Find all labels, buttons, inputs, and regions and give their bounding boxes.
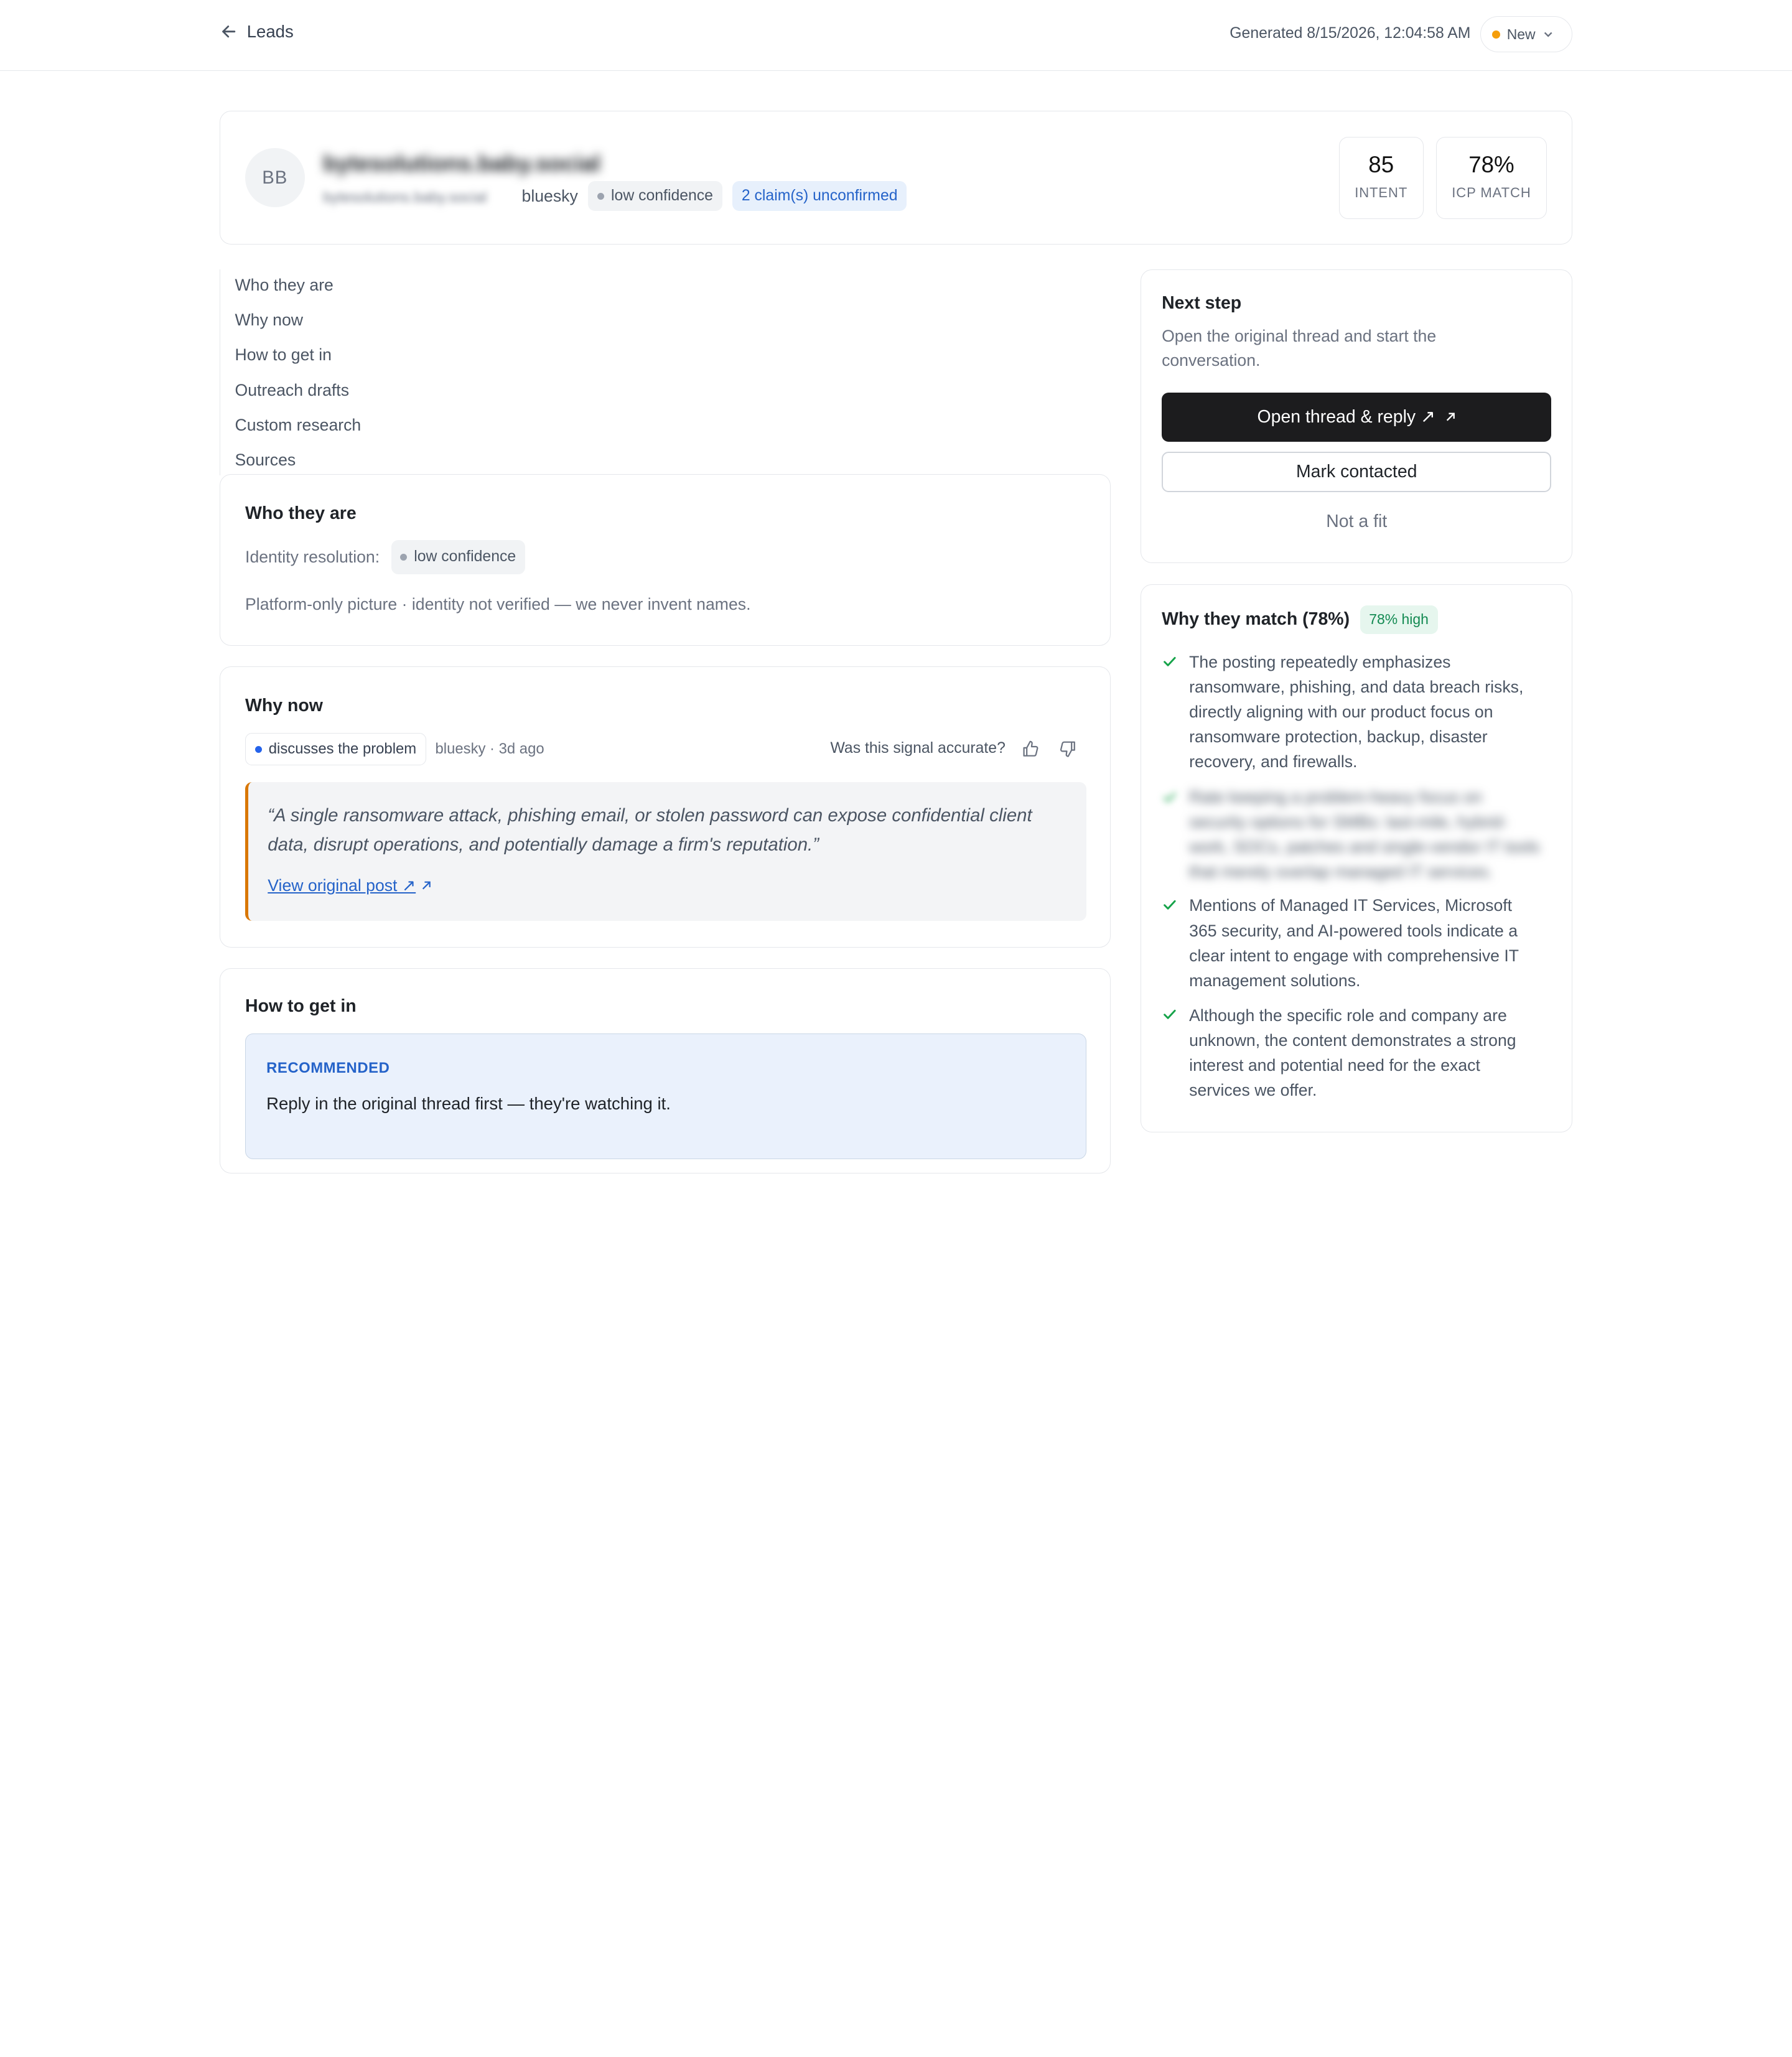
next-step-desc: Open the original thread and start the c… [1162, 326, 1437, 370]
check-icon [1164, 1010, 1176, 1020]
open-thread-label: Open thread & reply ↗ [1257, 407, 1435, 427]
signal-meta: bluesky · 3d ago [435, 740, 544, 757]
icp-label: ICP MATCH [1452, 185, 1531, 201]
icp-metric: 78% ICP MATCH [1435, 136, 1547, 219]
back-label: Leads [246, 21, 294, 41]
identity-label: Identity resolution: [245, 547, 380, 566]
accuracy-question: Was this signal accurate? [830, 740, 1006, 757]
chevron-down-icon [1544, 32, 1552, 37]
toc-item-who[interactable]: Who they are [220, 269, 1111, 304]
identity-value: low confidence [414, 548, 516, 566]
why-now-title: Why now [245, 695, 323, 716]
intent-metric: 85 INTENT [1338, 136, 1424, 219]
match-reason: The posting repeatedly emphasizes ransom… [1189, 653, 1524, 772]
next-step-title: Next step [1162, 293, 1242, 314]
lead-handle: bytesolutions.baby.social [322, 189, 487, 207]
external-link-icon [422, 881, 431, 890]
how-card: How to get in RECOMMENDED Reply in the o… [219, 968, 1111, 1174]
signal-dot-icon [254, 745, 262, 753]
quote-text: “A single ransomware attack, phishing em… [268, 805, 1032, 856]
who-title: Who they are [245, 503, 357, 524]
mark-contacted-button[interactable]: Mark contacted [1162, 452, 1552, 492]
toc-item-research[interactable]: Custom research [220, 409, 1111, 444]
arrow-left-icon [222, 26, 235, 38]
open-thread-button[interactable]: Open thread & reply ↗ [1162, 392, 1552, 442]
signal-badge: discusses the problem [245, 733, 426, 765]
match-title: Why they match (78%) [1162, 609, 1350, 630]
match-reason: Mentions of Managed IT Services, Microso… [1189, 896, 1519, 990]
confidence-badge: low confidence [588, 181, 722, 211]
intent-label: INTENT [1355, 185, 1408, 201]
identity-dot-icon [400, 553, 408, 561]
match-card: Why they match (78%) 78% high The postin… [1141, 584, 1573, 1133]
quote-block: “A single ransomware attack, phishing em… [245, 782, 1086, 921]
recommended-box: RECOMMENDED Reply in the original thread… [245, 1033, 1086, 1160]
identity-note: Platform-only picture · identity not ver… [245, 595, 751, 614]
toc-item-how[interactable]: How to get in [220, 339, 1111, 374]
confidence-dot-icon [597, 192, 605, 200]
next-step-card: Next step Open the original thread and s… [1141, 269, 1573, 564]
toc-item-outreach[interactable]: Outreach drafts [220, 375, 1111, 409]
icp-value: 78% [1468, 152, 1514, 178]
confidence-label: low confidence [611, 187, 713, 205]
check-icon [1164, 656, 1176, 666]
view-original-link[interactable]: View original post ↗ [268, 876, 416, 895]
avatar: BB [245, 147, 305, 208]
top-bar: Leads Generated 8/15/2026, 12:04:58 AM N… [0, 0, 1792, 71]
section-nav: Who they are Why now How to get in Outre… [219, 269, 1111, 476]
status-dot-icon [1491, 30, 1500, 39]
match-badge: 78% high [1360, 605, 1438, 634]
status-dropdown[interactable]: New [1480, 16, 1573, 53]
external-link-icon [1446, 413, 1455, 421]
who-card: Who they are Identity resolution: low co… [219, 474, 1111, 646]
thumbs-down-icon[interactable] [1059, 740, 1077, 758]
recommended-label: RECOMMENDED [266, 1059, 390, 1076]
recommended-text: Reply in the original thread first — the… [266, 1093, 671, 1113]
match-reason-blurred: Rate keeping a problem-heavy focus on se… [1189, 787, 1540, 882]
identity-badge: low confidence [391, 539, 525, 574]
toc-item-why-now[interactable]: Why now [220, 304, 1111, 339]
check-icon [1164, 900, 1176, 910]
signal-label: discusses the problem [268, 740, 417, 757]
match-reason: Although the specific role and company a… [1189, 1005, 1516, 1099]
not-a-fit-button[interactable]: Not a fit [1162, 503, 1551, 540]
claims-badge[interactable]: 2 claim(s) unconfirmed [732, 181, 907, 211]
generated-timestamp: Generated 8/15/2026, 12:04:58 AM [1230, 25, 1471, 42]
thumbs-up-icon[interactable] [1021, 740, 1039, 758]
intent-value: 85 [1368, 152, 1394, 178]
back-link[interactable]: Leads [220, 22, 294, 42]
lead-header-card: BB bytesolutions.baby.social bytesolutio… [219, 111, 1573, 245]
why-now-card: Why now discusses the problem bluesky · … [219, 666, 1111, 948]
lead-name: bytesolutions.baby.social [322, 150, 601, 176]
check-icon [1164, 793, 1176, 803]
platform-label: bluesky [521, 186, 578, 205]
toc-item-sources[interactable]: Sources [220, 444, 1111, 479]
how-title: How to get in [245, 996, 357, 1016]
status-label: New [1506, 26, 1536, 42]
